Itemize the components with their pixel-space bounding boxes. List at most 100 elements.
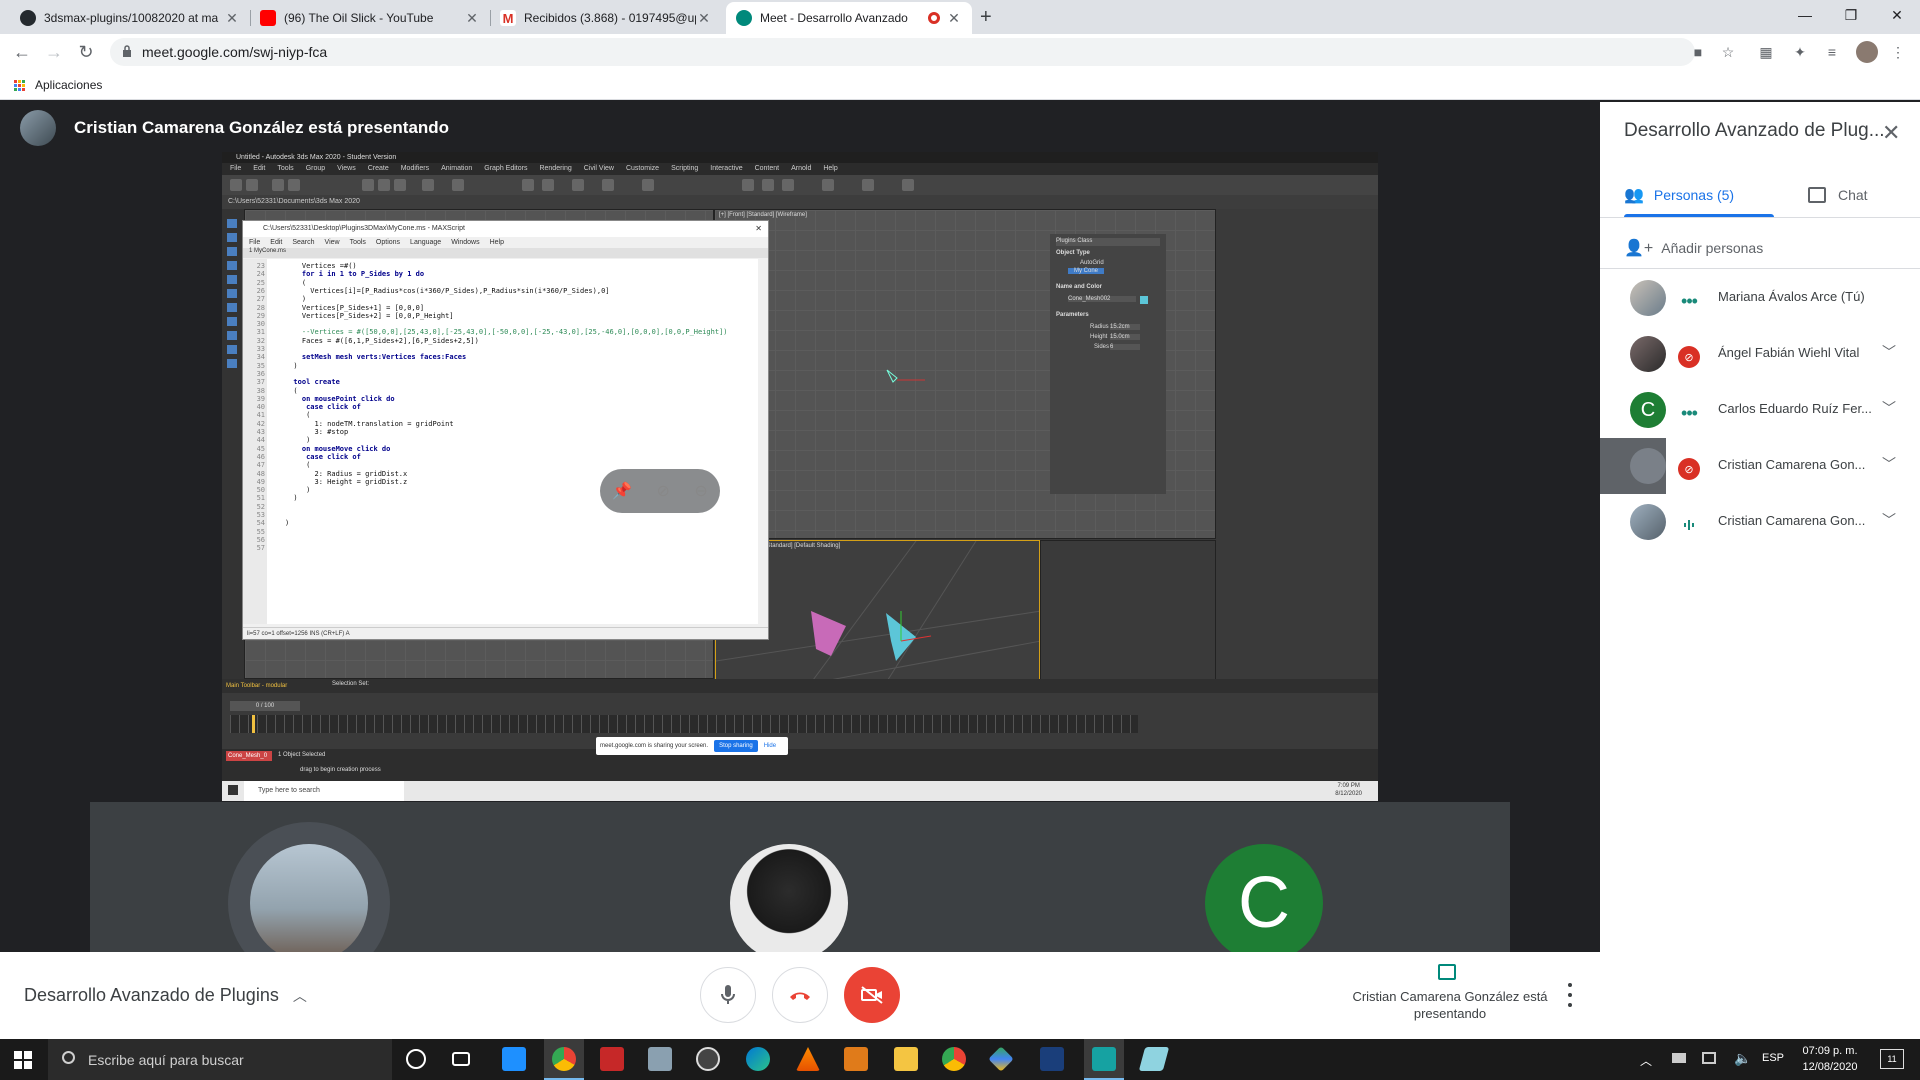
participant-tile-3[interactable]: C <box>1205 844 1323 962</box>
parameters-rollout[interactable]: Parameters <box>1056 312 1089 318</box>
time-cursor[interactable] <box>252 715 255 733</box>
back-button[interactable]: ← <box>10 40 34 64</box>
extension-grid-icon[interactable]: ▦ <box>1756 42 1776 62</box>
profile-avatar[interactable] <box>1856 41 1878 63</box>
max-timeline[interactable]: Main Toolbar - modular Selection Set: 0 … <box>222 679 1378 749</box>
meeting-details-button[interactable]: Desarrollo Avanzado de Plugins ︿ <box>24 952 307 1039</box>
time-slider[interactable]: 0 / 100 <box>230 701 300 711</box>
participant-row[interactable]: ⊘ Cristian Camarena Gon... ﹀ <box>1600 438 1920 494</box>
tab-chat[interactable]: Chat <box>1808 174 1868 216</box>
vlc-app-icon[interactable] <box>796 1047 820 1071</box>
notepad-app-icon[interactable] <box>1138 1047 1170 1071</box>
browser-tab-github[interactable]: 3dsmax-plugins/10082020 at ma ✕ <box>10 2 250 34</box>
autogrid-checkbox[interactable]: AutoGrid <box>1080 260 1104 266</box>
category-dropdown[interactable]: Plugins Class <box>1056 238 1160 246</box>
editor-menu-item[interactable]: View <box>325 237 340 248</box>
windows-start-icon[interactable] <box>14 1051 32 1069</box>
max-menu-item[interactable]: Views <box>337 163 356 175</box>
max-menu-item[interactable]: Arnold <box>791 163 811 175</box>
inner-search-box[interactable]: Type here to search <box>244 781 404 801</box>
close-icon[interactable]: ✕ <box>755 221 762 237</box>
browser-menu-icon[interactable]: ⋮ <box>1888 42 1908 62</box>
browser-tab-gmail[interactable]: M Recibidos (3.868) - 0197495@up ✕ <box>490 2 722 34</box>
volume-icon[interactable]: 🔈 <box>1734 1050 1751 1067</box>
minimize-button[interactable]: — <box>1782 0 1828 30</box>
notifications-button[interactable]: 11 <box>1880 1049 1904 1069</box>
leave-call-button[interactable] <box>772 967 828 1023</box>
network-app-icon[interactable] <box>648 1047 672 1071</box>
microphone-button[interactable] <box>700 967 756 1023</box>
editor-menu-item[interactable]: Help <box>490 237 504 248</box>
input-language[interactable]: ESP <box>1762 1052 1784 1064</box>
object-name-field[interactable]: Cone_Mesh002 <box>1068 296 1136 302</box>
file-explorer-icon[interactable] <box>894 1047 918 1071</box>
present-screen-icon[interactable] <box>1438 964 1456 980</box>
tray-chevron-icon[interactable]: ︿ <box>1640 1052 1652 1069</box>
editor-menu-item[interactable]: Options <box>376 237 400 248</box>
max-menu-item[interactable]: Modifiers <box>401 163 429 175</box>
stop-sharing-button[interactable]: Stop sharing <box>714 740 758 752</box>
remove-tile-icon[interactable]: ⊖ <box>694 481 707 501</box>
window-close-button[interactable]: ✕ <box>1874 0 1920 30</box>
settings-app-icon[interactable] <box>600 1047 624 1071</box>
pin-icon[interactable]: 📌 <box>612 481 632 501</box>
code-area[interactable]: 23 Vertices =#() 24 for i in 1 to P_Sides… <box>243 259 758 624</box>
max-menu-item[interactable]: File <box>230 163 241 175</box>
max-menu-item[interactable]: Tools <box>277 163 293 175</box>
media-app-icon[interactable] <box>696 1047 720 1071</box>
taskbar-search-box[interactable]: Escribe aquí para buscar <box>48 1039 392 1080</box>
max-menu-item[interactable]: Help <box>823 163 837 175</box>
participant-row[interactable]: C ••• Carlos Eduardo Ruíz Fer... ﹀ <box>1600 382 1920 438</box>
3dsmax-app-icon[interactable] <box>1092 1047 1116 1071</box>
chrome-app-icon[interactable] <box>552 1047 576 1071</box>
close-icon[interactable]: ✕ <box>1882 120 1900 146</box>
max-menu-item[interactable]: Create <box>368 163 389 175</box>
editor-menu-item[interactable]: Language <box>410 237 441 248</box>
max-menu-item[interactable]: Civil View <box>584 163 614 175</box>
maxscript-file-tab[interactable]: 1 MyCone.ms <box>243 248 768 258</box>
browser-tab-meet[interactable]: Meet - Desarrollo Avanzado ✕ <box>726 2 972 34</box>
cortana-icon[interactable] <box>406 1049 426 1069</box>
taskbar-clock[interactable]: 07:09 p. m. 12/08/2020 <box>1790 1043 1870 1075</box>
sublime-app-icon[interactable] <box>844 1047 868 1071</box>
windows-start-icon[interactable] <box>228 785 238 795</box>
editor-menu-item[interactable]: Tools <box>350 237 366 248</box>
tab-people[interactable]: 👥 Personas (5) <box>1624 174 1734 216</box>
participant-row[interactable]: ⊘ Ángel Fabián Wiehl Vital ﹀ <box>1600 326 1920 382</box>
max-menu-item[interactable]: Graph Editors <box>484 163 527 175</box>
reload-button[interactable]: ↻ <box>74 40 98 64</box>
restore-button[interactable]: ❐ <box>1828 0 1874 30</box>
object-type-rollout[interactable]: Object Type <box>1056 250 1090 256</box>
more-options-icon[interactable] <box>1564 980 1576 1010</box>
address-bar[interactable]: meet.google.com/swj-niyp-fca <box>110 38 1695 66</box>
participant-tile-2[interactable] <box>730 844 848 962</box>
editor-menu-item[interactable]: File <box>249 237 260 248</box>
forward-button[interactable]: → <box>42 40 66 64</box>
task-view-icon[interactable] <box>452 1052 470 1066</box>
track-bar[interactable] <box>230 715 1138 733</box>
name-color-rollout[interactable]: Name and Color <box>1056 284 1102 290</box>
close-icon[interactable]: ✕ <box>464 10 480 27</box>
command-panel[interactable]: Plugins Class Object Type AutoGrid My Co… <box>1050 234 1166 494</box>
height-spinner[interactable]: 15.0cm <box>1110 334 1140 340</box>
add-people-button[interactable]: 👤+ Añadir personas <box>1624 228 1763 268</box>
max-menu-item[interactable]: Group <box>306 163 325 175</box>
editor-menu-item[interactable]: Windows <box>451 237 479 248</box>
camera-toggle-button[interactable] <box>844 967 900 1023</box>
camera-icon[interactable]: ■ <box>1688 42 1708 62</box>
battery-icon[interactable] <box>1672 1053 1686 1063</box>
chevron-down-icon[interactable]: ﹀ <box>1882 454 1896 474</box>
max-menu-item[interactable]: Content <box>755 163 780 175</box>
maxscript-editor-window[interactable]: C:\Users\52331\Desktop\Plugins3DMax\MyCo… <box>242 220 769 640</box>
shared-screen[interactable]: Untitled - Autodesk 3ds Max 2020 - Stude… <box>222 152 1378 801</box>
radius-spinner[interactable]: 15.2cm <box>1110 324 1140 330</box>
editor-menu-item[interactable]: Search <box>292 237 314 248</box>
chrome-app-icon[interactable] <box>942 1047 966 1071</box>
max-menu-item[interactable]: Rendering <box>539 163 571 175</box>
editor-scrollbar[interactable] <box>758 259 768 624</box>
network-icon[interactable] <box>1702 1052 1716 1064</box>
max-menu-item[interactable]: Scripting <box>671 163 698 175</box>
close-icon[interactable]: ✕ <box>696 10 712 27</box>
chevron-down-icon[interactable]: ﹀ <box>1882 510 1896 530</box>
object-field[interactable]: Cone_Mesh_0 <box>226 751 272 761</box>
